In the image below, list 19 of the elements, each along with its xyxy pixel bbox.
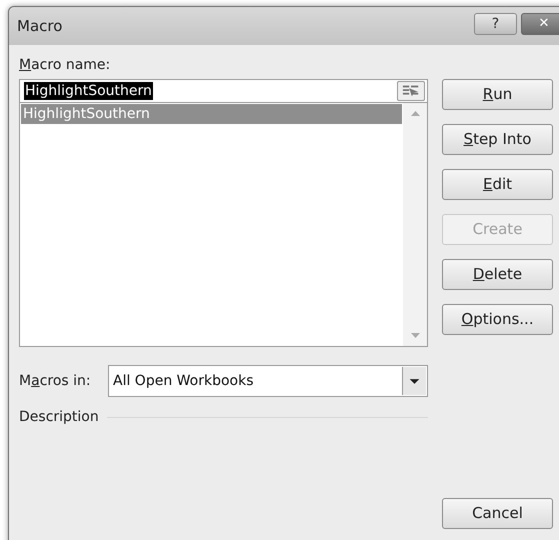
dialog-button[interactable]: Options...: [442, 304, 553, 335]
macros-in-dropdown[interactable]: All Open Workbooks: [108, 365, 428, 397]
scroll-down-icon[interactable]: [410, 333, 420, 338]
dialog-button[interactable]: Step Into: [442, 124, 553, 155]
range-select-icon[interactable]: [397, 81, 425, 101]
dialog-button[interactable]: Run: [442, 79, 553, 110]
macro-name-label: Macro name:: [19, 56, 112, 75]
window-title: Macro: [17, 16, 62, 37]
macro-name-field[interactable]: HighlightSouthern: [19, 79, 428, 103]
close-button[interactable]: ✕: [521, 13, 559, 35]
scroll-up-icon[interactable]: [410, 111, 420, 116]
macros-in-label: Macros in:: [19, 372, 92, 390]
dialog-button[interactable]: Edit: [442, 169, 553, 200]
dialog-button[interactable]: Delete: [442, 259, 553, 290]
description-label: Description: [19, 408, 99, 427]
scrollbar[interactable]: [403, 103, 427, 346]
macro-name-value: HighlightSouthern: [24, 82, 153, 100]
help-button[interactable]: ?: [474, 13, 517, 35]
cancel-button[interactable]: Cancel: [442, 498, 553, 529]
